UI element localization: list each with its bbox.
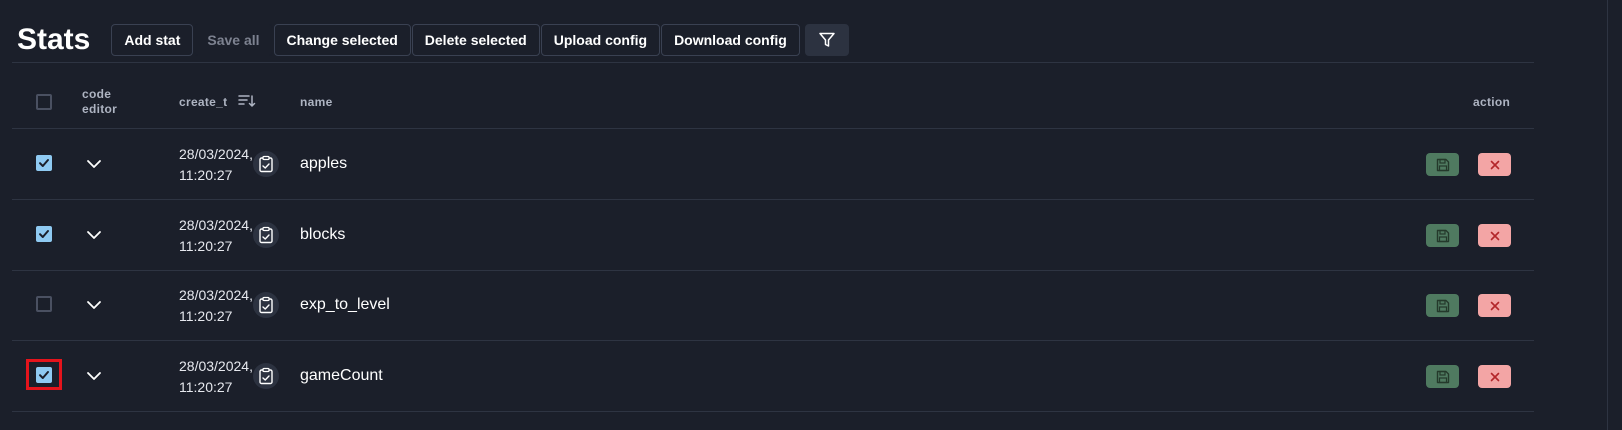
column-header-code-editor: code editor <box>82 87 117 117</box>
delete-row-button[interactable] <box>1478 294 1511 317</box>
save-icon <box>1436 299 1449 312</box>
row-create-time: 28/03/2024, 11:20:27 <box>179 285 253 327</box>
column-header-name[interactable]: name <box>300 95 333 109</box>
row-time: 11:20:27 <box>179 167 233 183</box>
delete-selected-button[interactable]: Delete selected <box>411 24 540 56</box>
page-title: Stats <box>17 23 91 56</box>
save-row-button[interactable] <box>1426 153 1459 176</box>
row-divider <box>12 411 1534 412</box>
save-row-button[interactable] <box>1426 294 1459 317</box>
close-icon <box>1490 231 1499 240</box>
save-all-button[interactable]: Save all <box>194 24 273 56</box>
chevron-down-icon[interactable] <box>85 155 103 173</box>
clipboard-check-icon <box>259 155 273 173</box>
chevron-down-icon[interactable] <box>85 226 103 244</box>
row-date: 28/03/2024, <box>179 217 253 233</box>
row-create-time: 28/03/2024, 11:20:27 <box>179 144 253 186</box>
row-checkbox[interactable] <box>36 226 52 242</box>
save-row-button[interactable] <box>1426 365 1459 388</box>
row-create-time: 28/03/2024, 11:20:27 <box>179 215 253 257</box>
copy-button[interactable] <box>253 151 279 177</box>
vertical-scrollbar[interactable] <box>1607 0 1622 430</box>
header-divider <box>12 62 1534 63</box>
row-checkbox[interactable] <box>36 155 52 171</box>
chevron-down-icon[interactable] <box>85 296 103 314</box>
checkmark-icon <box>39 159 49 167</box>
save-icon <box>1436 370 1449 383</box>
column-header-action: action <box>1473 95 1511 109</box>
add-stat-button[interactable]: Add stat <box>111 24 194 56</box>
row-date: 28/03/2024, <box>179 358 253 374</box>
close-icon <box>1490 372 1499 381</box>
row-name: blocks <box>300 226 346 243</box>
clipboard-check-icon <box>259 226 273 244</box>
row-name: apples <box>300 155 348 172</box>
clipboard-check-icon <box>259 367 273 385</box>
save-icon <box>1436 158 1449 171</box>
column-header-code-editor-line2: editor <box>82 102 118 116</box>
delete-row-button[interactable] <box>1478 365 1511 388</box>
row-checkbox[interactable] <box>36 367 52 383</box>
upload-config-button[interactable]: Upload config <box>540 24 661 56</box>
row-checkbox[interactable] <box>36 296 52 312</box>
chevron-down-icon[interactable] <box>85 367 103 385</box>
row-date: 28/03/2024, <box>179 287 253 303</box>
checkmark-icon <box>39 371 49 379</box>
filter-icon <box>819 32 835 47</box>
toolbar: Stats Add stat Save all Change selected … <box>12 22 850 58</box>
row-name: gameCount <box>300 367 383 384</box>
delete-row-button[interactable] <box>1478 224 1511 247</box>
change-selected-button[interactable]: Change selected <box>273 24 411 56</box>
stats-page: Stats Add stat Save all Change selected … <box>0 0 1622 430</box>
row-divider <box>12 340 1534 341</box>
filter-button[interactable] <box>804 24 849 56</box>
sort-icon[interactable] <box>238 93 256 109</box>
save-icon <box>1436 229 1449 242</box>
row-divider <box>12 270 1534 271</box>
save-row-button[interactable] <box>1426 224 1459 247</box>
delete-row-button[interactable] <box>1478 153 1511 176</box>
row-date: 28/03/2024, <box>179 146 253 162</box>
row-time: 11:20:27 <box>179 238 233 254</box>
column-header-create-t[interactable]: create_t <box>179 95 227 109</box>
row-create-time: 28/03/2024, 11:20:27 <box>179 356 253 398</box>
column-header-code-editor-line1: code <box>82 87 112 101</box>
copy-button[interactable] <box>253 363 279 389</box>
clipboard-check-icon <box>259 296 273 314</box>
download-config-button[interactable]: Download config <box>661 24 800 56</box>
row-time: 11:20:27 <box>179 379 233 395</box>
row-time: 11:20:27 <box>179 308 233 324</box>
close-icon <box>1490 160 1499 169</box>
close-icon <box>1490 301 1499 310</box>
select-all-checkbox[interactable] <box>36 94 52 110</box>
checkmark-icon <box>39 230 49 238</box>
table-header-divider <box>12 128 1534 129</box>
copy-button[interactable] <box>253 292 279 318</box>
row-divider <box>12 199 1534 200</box>
copy-button[interactable] <box>253 222 279 248</box>
row-name: exp_to_level <box>300 296 390 313</box>
